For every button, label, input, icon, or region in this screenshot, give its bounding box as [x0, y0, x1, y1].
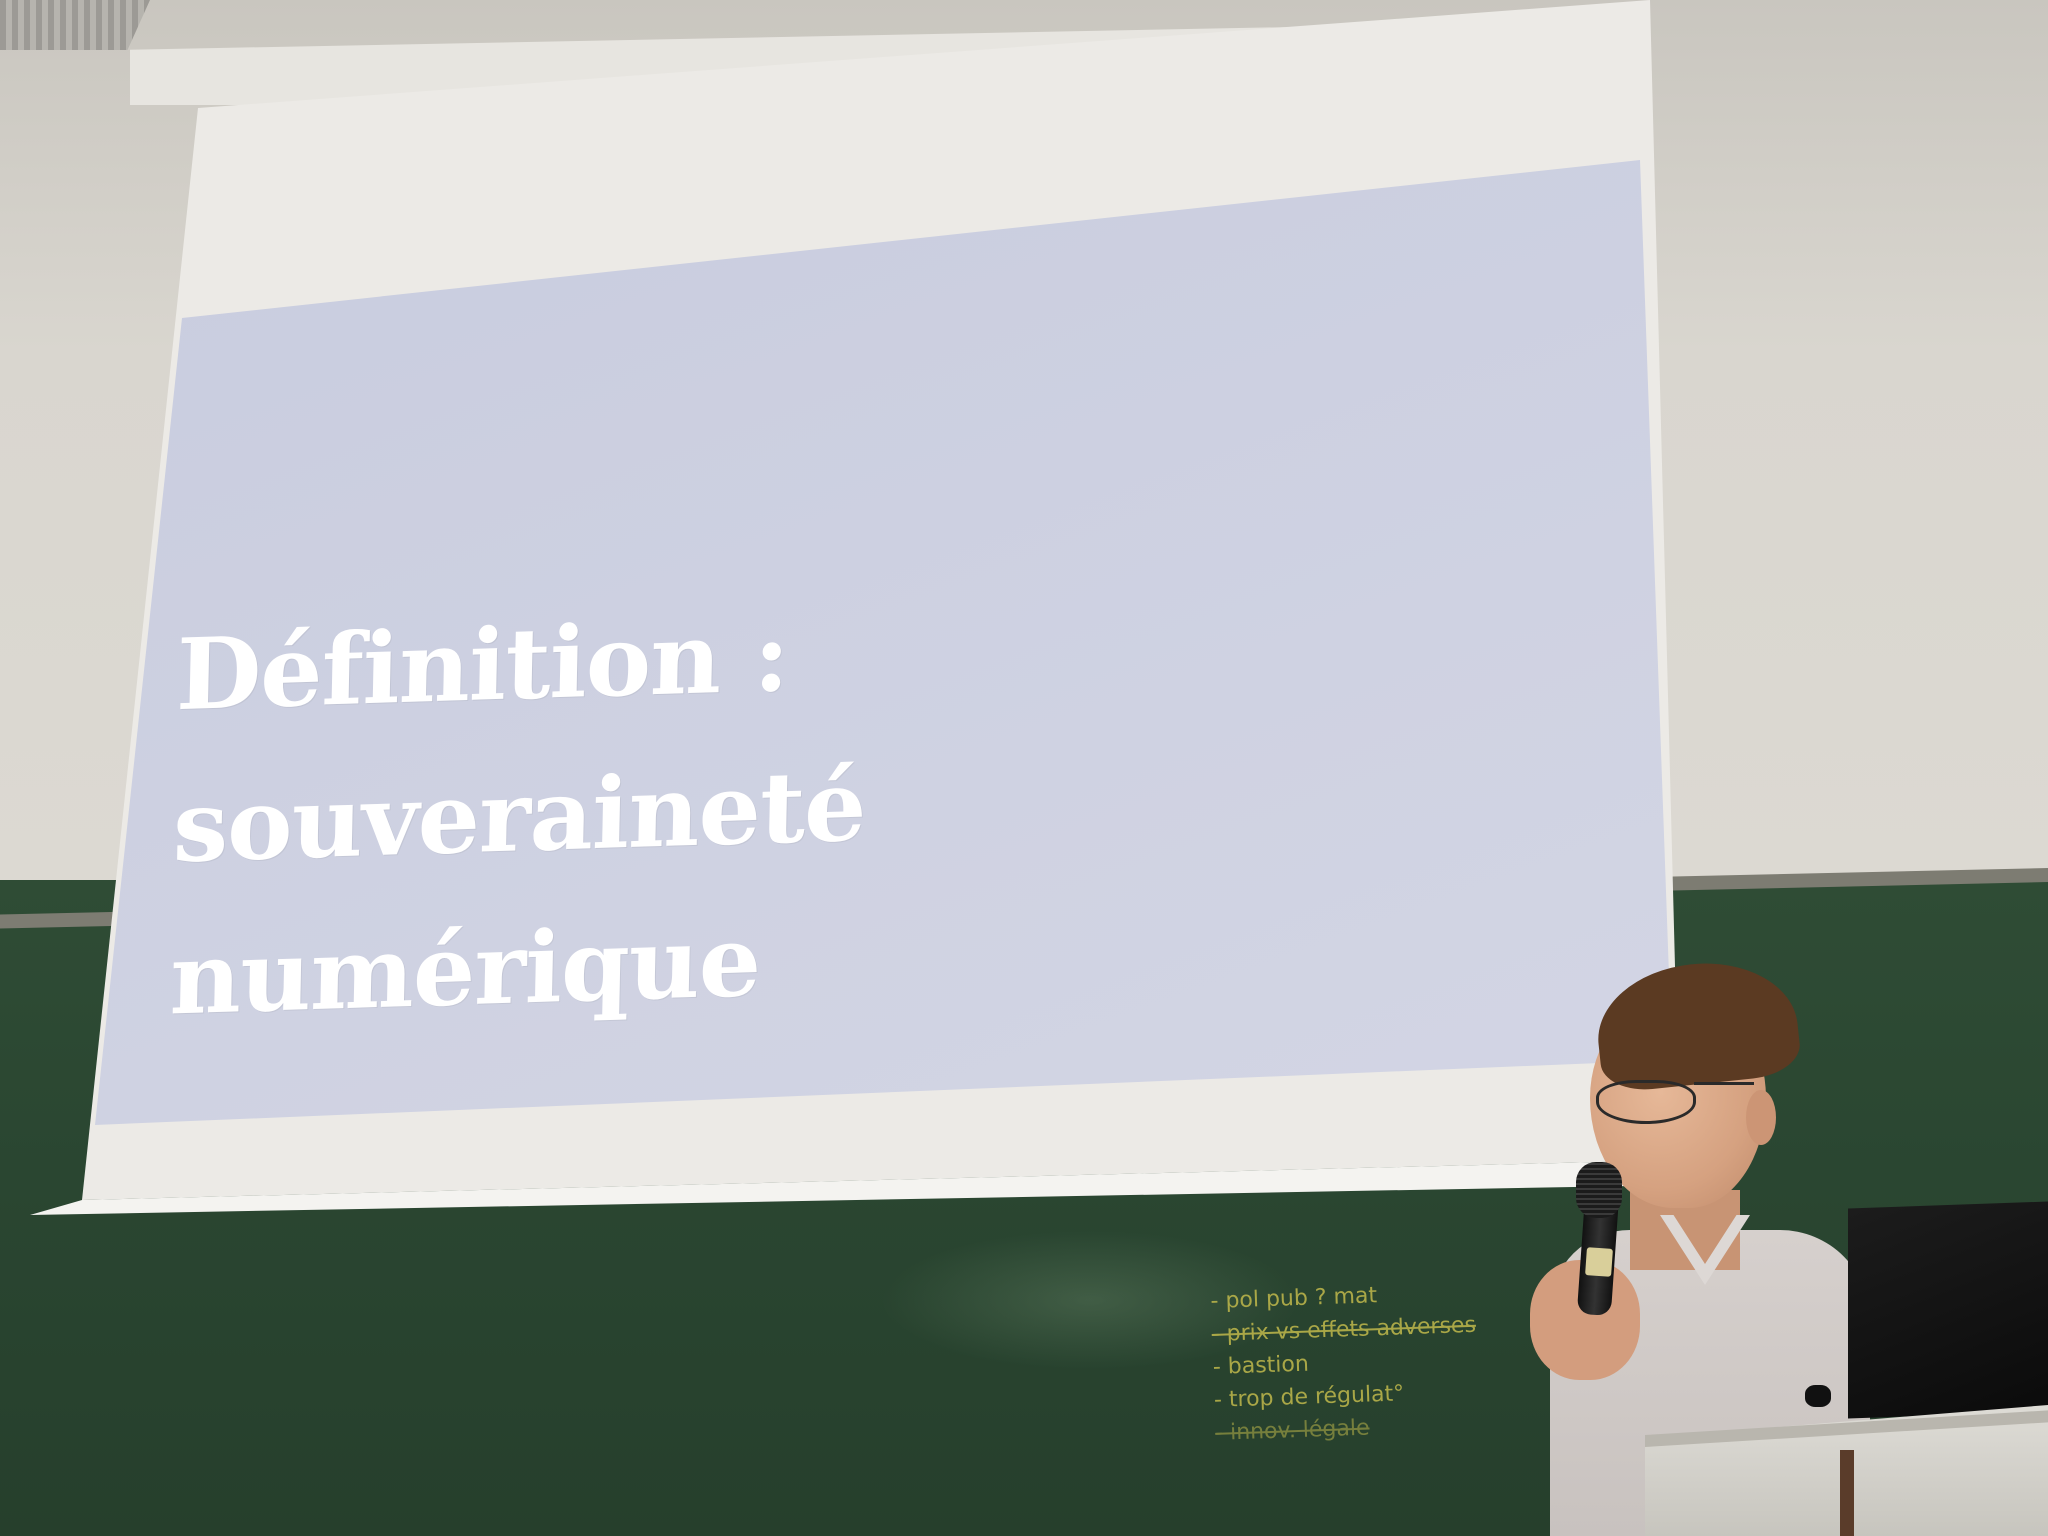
- microphone-label: [1585, 1247, 1613, 1277]
- speaker-ear: [1746, 1090, 1776, 1145]
- ceiling-vent: [0, 0, 150, 50]
- chalk-notes: - pol pub ? mat - prix vs effets adverse…: [1210, 1273, 1558, 1515]
- slide-title: Définition : souveraineté numérique: [168, 565, 1277, 1056]
- glasses-arm: [1694, 1082, 1754, 1085]
- laptop-accessory: [1805, 1385, 1831, 1407]
- microphone-grille: [1576, 1162, 1622, 1218]
- laptop: [1848, 1201, 2048, 1419]
- lectern-leg: [1840, 1450, 1854, 1536]
- speaker-hair: [1591, 953, 1803, 1095]
- glasses-icon: [1596, 1080, 1696, 1124]
